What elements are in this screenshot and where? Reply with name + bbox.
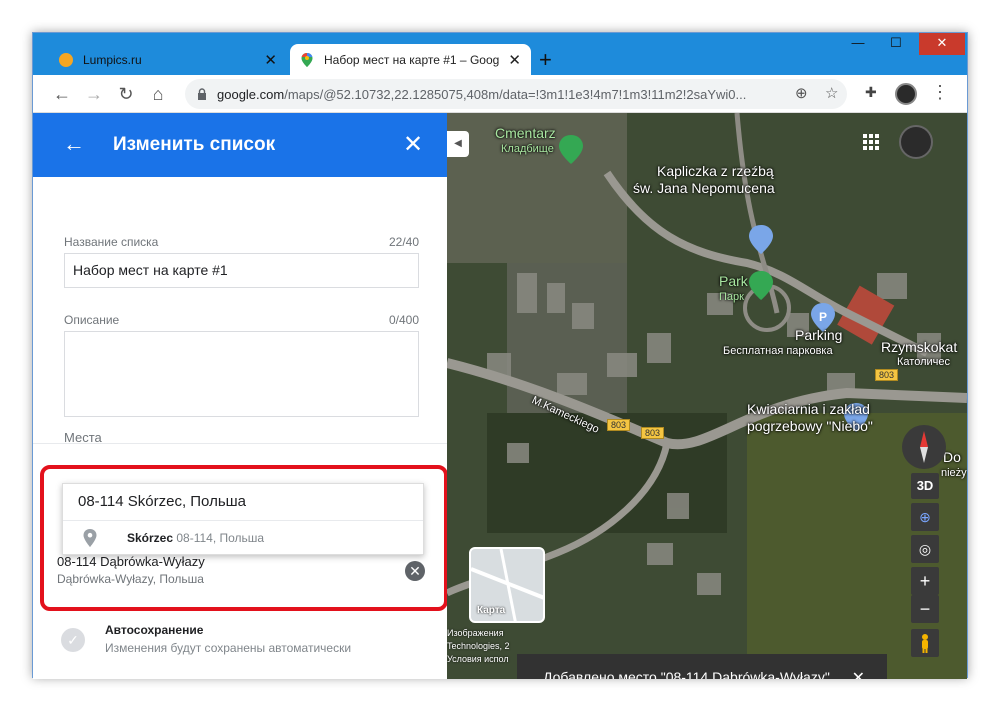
minimap-label: Карта [477, 605, 506, 616]
title-bar: Lumpics.ru ✕ Набор мест на карте #1 – Go… [33, 33, 967, 75]
tab-lumpics[interactable]: Lumpics.ru ✕ [49, 44, 287, 75]
my-location-icon[interactable]: ◎ [911, 535, 939, 563]
bookmark-star-icon[interactable]: ☆ [825, 84, 838, 102]
3d-toggle-button[interactable]: 3D [911, 473, 939, 499]
url-path: /maps/@52.10732,22.1285075,408m/data=!3m… [284, 86, 747, 102]
list-name-label: Название списка [64, 235, 159, 249]
map-label-park-sub: Парк [719, 291, 744, 303]
map-label-park[interactable]: Park [719, 273, 748, 289]
add-circle-icon[interactable]: ⊕ [795, 84, 808, 102]
window-close-button[interactable]: ✕ [919, 33, 965, 55]
map-label-cemetery-sub: Кладбище [501, 143, 554, 155]
address-bar: ← → ↻ ⌂ google.com/maps/@52.10732,22.128… [33, 75, 967, 113]
compass-icon[interactable] [902, 425, 946, 469]
map-label-church[interactable]: Rzymskokat [881, 339, 957, 355]
zoom-out-button[interactable]: − [911, 595, 939, 623]
description-field[interactable] [64, 331, 419, 417]
svg-text:P: P [819, 310, 827, 324]
autosave-description: Изменения будут сохранены автоматически [105, 641, 352, 655]
description-counter: 0/400 [388, 313, 419, 327]
browser-window: Lumpics.ru ✕ Набор мест на карте #1 – Go… [32, 32, 968, 679]
edit-list-panel: ← Изменить список ✕ Название списка 22/4… [33, 113, 447, 679]
tab-close-icon[interactable]: ✕ [508, 51, 521, 69]
map-label-chapel-1[interactable]: Kapliczka z rzeźbą [657, 163, 774, 179]
minimize-button[interactable]: — [841, 33, 875, 55]
reload-icon[interactable]: ↻ [115, 83, 137, 105]
maximize-button[interactable]: ☐ [879, 33, 913, 55]
map-layer-toggle[interactable]: Карта [469, 547, 545, 623]
browser-menu-icon[interactable]: ⋮ [931, 82, 949, 103]
attribution-line[interactable]: Условия испол [447, 653, 527, 666]
pegman-icon[interactable] [911, 629, 939, 657]
description-label: Описание [64, 313, 120, 327]
apps-grid-icon[interactable] [862, 133, 880, 151]
google-maps-favicon-icon [301, 52, 313, 67]
home-icon[interactable]: ⌂ [147, 83, 169, 105]
zoom-in-button[interactable]: + [911, 567, 939, 595]
panel-header: ← Изменить список ✕ [33, 113, 447, 177]
list-name-counter: 22/40 [388, 235, 419, 249]
autosave-title: Автосохранение [105, 623, 204, 637]
map-label-parking-sub: Бесплатная парковка [723, 345, 833, 357]
back-icon[interactable]: ← [63, 131, 85, 157]
lock-icon [198, 88, 206, 100]
map-attribution: Изображения Technologies, 2 Условия испо… [447, 627, 527, 666]
collapse-panel-button[interactable]: ◀ [447, 131, 469, 157]
snackbar: Добавлено место "08-114 Dąbrówka-Wyłazy"… [517, 654, 887, 679]
globe-icon[interactable]: ⊕ [911, 503, 939, 531]
attribution-line: Technologies, 2 [447, 641, 510, 651]
list-name-field[interactable]: Набор мест на карте #1 [64, 253, 419, 288]
new-tab-button[interactable]: + [539, 47, 552, 73]
url-host: google.com [217, 86, 285, 102]
tab-google-maps[interactable]: Набор мест на карте #1 – Goog ✕ [290, 44, 531, 75]
lumpics-favicon-icon [59, 52, 73, 67]
snackbar-close-icon[interactable]: ✕ [852, 668, 865, 679]
road-badge: 803 [641, 427, 665, 439]
close-icon[interactable]: ✕ [403, 130, 423, 159]
road-badge: 803 [607, 419, 631, 431]
road-badge: 803 [875, 369, 899, 381]
map-profile-avatar[interactable] [899, 125, 933, 159]
satellite-map[interactable]: P ◀ Cmentarz Кладбище Kapliczka z rzeźbą… [447, 113, 967, 679]
extensions-puzzle-icon[interactable]: ✚ [865, 84, 877, 101]
panel-title: Изменить список [113, 134, 276, 155]
map-label-florist-2: pogrzebowy "Niebo" [747, 418, 873, 434]
highlight-frame [40, 465, 447, 611]
tab-title: Набор мест на карте #1 – Goog [324, 52, 500, 67]
profile-avatar[interactable] [895, 83, 917, 105]
url-input[interactable]: google.com/maps/@52.10732,22.1285075,408… [185, 79, 847, 109]
back-arrow-icon[interactable]: ← [51, 83, 73, 105]
map-label-cemetery[interactable]: Cmentarz [495, 125, 556, 141]
tab-title: Lumpics.ru [83, 52, 142, 67]
attribution-line: Изображения [447, 628, 504, 638]
autosave-check-icon: ✓ [61, 628, 85, 652]
map-label-florist-1[interactable]: Kwiaciarnia i zakład [747, 401, 870, 417]
snackbar-message: Добавлено место "08-114 Dąbrówka-Wyłazy" [543, 669, 830, 679]
tab-close-icon[interactable]: ✕ [264, 51, 277, 69]
map-label-church-sub: Католичес [897, 356, 950, 368]
map-label-chapel-2: św. Jana Nepomucena [633, 180, 775, 196]
map-label-parking[interactable]: Parking [795, 327, 842, 343]
forward-arrow-icon[interactable]: → [83, 83, 105, 105]
places-label: Места [64, 430, 102, 445]
